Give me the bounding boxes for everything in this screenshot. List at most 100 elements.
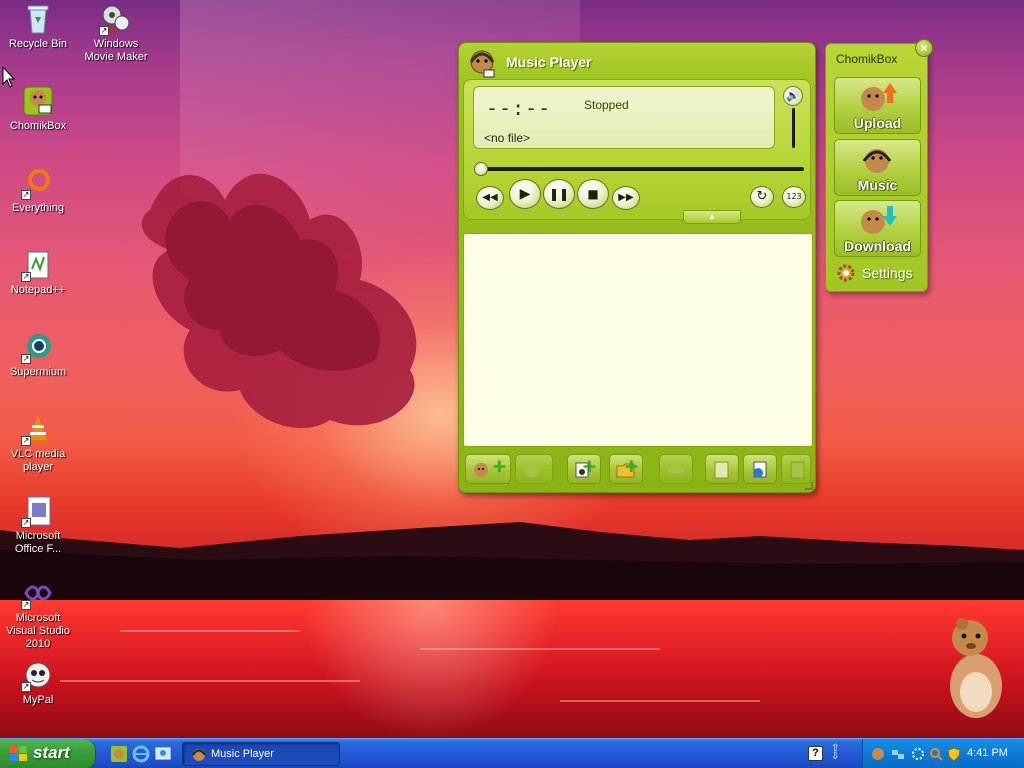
repeat-button[interactable]: ↻ (750, 186, 774, 208)
close-icon: × (920, 41, 928, 55)
chomikbox-tray-icon[interactable] (871, 747, 885, 761)
seek-bar[interactable] (474, 162, 804, 176)
chomikbox-panel[interactable]: ChomikBox × Upload Music Download Settin… (825, 39, 933, 292)
save-icon (714, 461, 729, 479)
windows-flag-icon (10, 746, 27, 761)
system-tray: 4:41 PM (862, 739, 1024, 768)
download-button[interactable]: Download (834, 200, 921, 257)
desktop-icon-vlc[interactable]: ↗ VLC media player (0, 413, 76, 474)
hamster-download-icon (861, 206, 897, 234)
desktop-icon-visual-studio[interactable]: ↗ Microsoft Visual Studio 2010 (0, 577, 76, 651)
add-disabled-button[interactable] (515, 454, 553, 484)
open-list-button[interactable] (743, 454, 777, 484)
internet-explorer-icon[interactable] (132, 745, 150, 763)
add-playlist-button[interactable]: + (567, 454, 601, 484)
visual-studio-icon: ↗ (21, 577, 54, 610)
water-reflection (300, 600, 560, 740)
add-file-button[interactable]: + (465, 454, 511, 484)
start-label: start (33, 743, 70, 762)
loading-tray-icon[interactable] (911, 747, 925, 761)
track-display: --:-- Stopped <no file> (473, 86, 775, 149)
desktop-icon-notepad-plus-plus[interactable]: ↗ Notepad++ (0, 249, 76, 297)
desktop-icon-everything[interactable]: ↗ Everything (0, 167, 76, 215)
desktop-icon-recycle-bin[interactable]: Recycle Bin (0, 3, 76, 51)
add-file-icon (474, 463, 488, 477)
remove-disabled-button[interactable] (659, 454, 693, 484)
chevron-up-icon: ▲ (708, 212, 716, 221)
desktop-icon-label: Microsoft Office F... (14, 530, 62, 555)
desktop-icon-label: Notepad++ (10, 284, 66, 296)
taskbar-item-label: Music Player (211, 748, 274, 760)
mouse-cursor-icon (2, 66, 16, 88)
desktop-icon[interactable] (154, 745, 172, 763)
chomikbox-icon[interactable] (110, 745, 128, 763)
desktop-icon-supermium[interactable]: ↗ Supermium (0, 331, 76, 379)
volume-slider[interactable] (792, 108, 795, 148)
window-title: Music Player (506, 54, 592, 70)
mountain-silhouette (0, 522, 1024, 610)
save-button[interactable] (705, 454, 739, 484)
taskbar: start Music Player ? ⇧ ⇩ 4:41 PM (0, 738, 1024, 768)
rewind-button[interactable]: ◀◀ (476, 186, 504, 210)
resize-grip[interactable] (805, 482, 813, 490)
desktop-icon-chomikbox[interactable]: ChomikBox (0, 85, 76, 133)
desktop-icon-movie-maker[interactable]: ↗ Windows Movie Maker (78, 3, 154, 64)
track-number-icon: 123 (786, 192, 802, 201)
security-shield-icon[interactable] (947, 747, 961, 761)
play-icon: ▶ (519, 186, 531, 202)
taskbar-chevron-icon[interactable]: ⇧ ⇩ (831, 744, 843, 763)
settings-button[interactable]: Settings (836, 263, 921, 283)
track-number-button[interactable]: 123 (782, 186, 806, 208)
stop-button[interactable]: ■ (577, 179, 609, 209)
desktop-icon-label: Everything (12, 202, 64, 214)
volume-control[interactable]: 🔊 (782, 86, 808, 148)
fast-forward-button[interactable]: ▶▶ (612, 186, 640, 210)
taskbar-item-music-player[interactable]: Music Player (182, 742, 340, 766)
start-button[interactable]: start (0, 739, 96, 768)
export-disabled-icon (790, 461, 805, 479)
desktop-icon-label: Recycle Bin (8, 38, 68, 50)
playlist-area[interactable] (463, 233, 813, 447)
supermium-browser-icon: ↗ (21, 331, 54, 364)
add-folder-button[interactable]: + (609, 454, 643, 484)
search-tray-icon[interactable] (929, 747, 943, 761)
rewind-icon: ◀◀ (482, 192, 498, 203)
time-readout: --:-- (486, 96, 552, 120)
close-button[interactable]: × (915, 39, 933, 57)
playlist-toolbar: + + + (463, 454, 813, 486)
chomikbox-icon (22, 85, 54, 117)
notepad-plus-plus-icon: ↗ (21, 249, 54, 282)
repeat-icon: ↻ (756, 189, 768, 204)
seek-track[interactable] (474, 167, 804, 171)
help-icon[interactable]: ? (808, 746, 823, 761)
music-label: Music (857, 177, 898, 193)
player-control-panel: --:-- Stopped <no file> 🔊 ◀◀ ▶ ❚❚ ■ ▶▶ ↻… (463, 79, 811, 220)
movie-maker-icon: ↗ (99, 3, 132, 36)
desktop-icon-label: Supermium (9, 366, 67, 378)
seek-handle[interactable] (474, 162, 488, 176)
desktop-icon-label: Microsoft Visual Studio 2010 (5, 612, 70, 650)
collapse-button[interactable]: ▲ (683, 210, 741, 224)
desktop-icon-office[interactable]: ↗ Microsoft Office F... (0, 495, 76, 556)
hamster-headphones-icon (192, 749, 206, 761)
open-list-icon (753, 461, 767, 478)
network-icon[interactable] (891, 747, 905, 761)
desktop-icon-mypal[interactable]: ↗ MyPal (0, 659, 76, 707)
hamster-mascot[interactable] (940, 616, 1010, 720)
speaker-icon[interactable]: 🔊 (783, 86, 803, 106)
pause-button[interactable]: ❚❚ (543, 179, 575, 209)
upload-button[interactable]: Upload (834, 77, 921, 134)
clock[interactable]: 4:41 PM (967, 747, 1008, 759)
music-player-titlebar[interactable]: Music Player (459, 43, 815, 79)
music-button[interactable]: Music (834, 139, 921, 196)
chomikbox-title: ChomikBox (836, 52, 898, 66)
everything-search-icon: ↗ (21, 167, 54, 200)
music-player-window[interactable]: Music Player --:-- Stopped <no file> 🔊 ◀… (458, 42, 816, 493)
sunset-cloud (141, 173, 417, 429)
play-button[interactable]: ▶ (509, 179, 541, 209)
add-disabled-icon (525, 463, 539, 477)
playback-status: Stopped (584, 98, 629, 112)
export-disabled-button[interactable] (781, 454, 811, 484)
gear-icon (837, 264, 855, 282)
hamster-headphones-icon (862, 149, 892, 173)
